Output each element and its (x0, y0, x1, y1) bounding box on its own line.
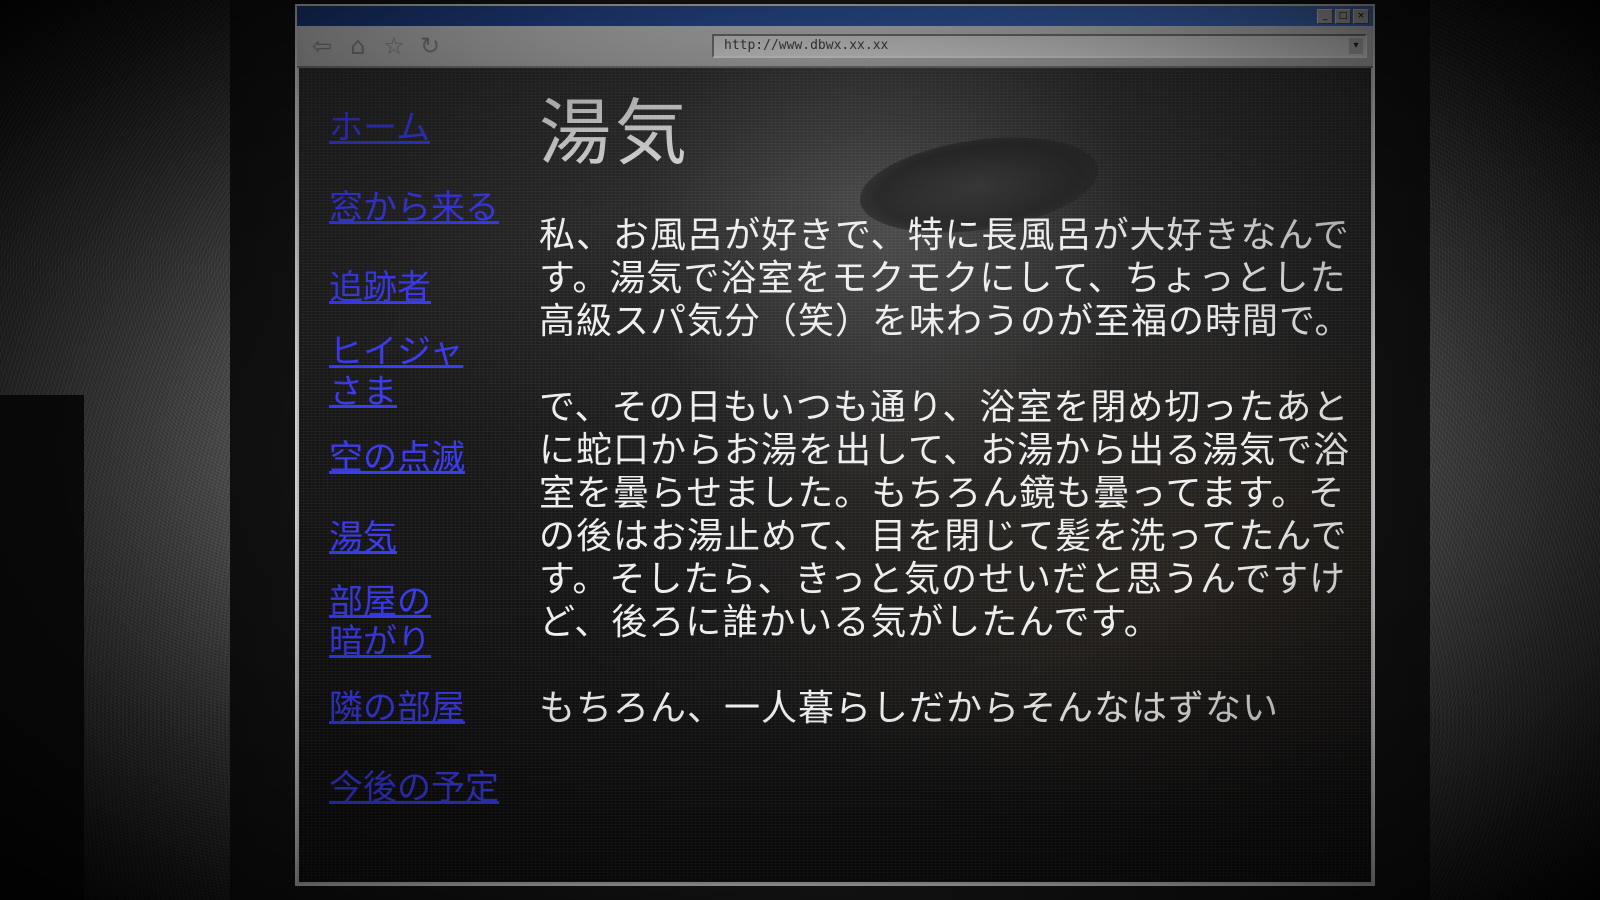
article-paragraph: 私、お風呂が好きで、特に長風呂が大好きなんです。湯気で浴室をモクモクにして、ちょ… (539, 215, 1352, 342)
sidebar-item-dark-room[interactable]: 部屋の暗がり (329, 582, 449, 662)
sidebar-nav: ホーム 窓から来る 追跡者 ヒイジャさま 空の点滅 湯気 部屋の暗がり 隣の部屋… (329, 108, 519, 808)
sidebar-item-schedule[interactable]: 今後の予定 (329, 768, 519, 808)
page-content: ホーム 窓から来る 追跡者 ヒイジャさま 空の点滅 湯気 部屋の暗がり 隣の部屋… (299, 68, 1371, 882)
address-bar[interactable]: http://www.dbwx.xx.xx ▾ (712, 34, 1367, 58)
sidebar-item-next-room[interactable]: 隣の部屋 (329, 688, 519, 728)
article-paragraph: もちろん、一人暮らしだからそんなはずない (539, 688, 1280, 729)
title-bar[interactable]: _ □ × (297, 6, 1373, 26)
sidebar-item-sky-blink[interactable]: 空の点滅 (329, 438, 519, 478)
back-icon[interactable]: ⇦ (307, 31, 337, 61)
star-icon[interactable]: ☆ (379, 31, 409, 61)
article: 湯気 私、お風呂が好きで、特に長風呂が大好きなんです。湯気で浴室をモクモクにして… (539, 88, 1354, 773)
dark-furniture-shadow (0, 395, 84, 900)
browser-toolbar: ⇦ ⌂ ☆ ↻ http://www.dbwx.xx.xx ▾ (297, 26, 1373, 68)
browser-window: _ □ × ⇦ ⌂ ☆ ↻ http://www.dbwx.xx.xx ▾ ホー… (295, 4, 1375, 886)
chevron-down-icon[interactable]: ▾ (1349, 38, 1363, 54)
article-paragraph: で、その日もいつも通り、浴室を閉め切ったあとに蛇口からお湯を出して、お湯から出る… (539, 387, 1351, 643)
sidebar-item-hiija[interactable]: ヒイジャさま (329, 332, 479, 412)
window-controls: _ □ × (1317, 9, 1369, 24)
close-button[interactable]: × (1353, 9, 1369, 24)
sidebar-item-home[interactable]: ホーム (329, 108, 519, 148)
address-text: http://www.dbwx.xx.xx (724, 38, 889, 53)
refresh-icon[interactable]: ↻ (415, 31, 445, 61)
sidebar-item-stalker[interactable]: 追跡者 (329, 268, 519, 308)
scene: _ □ × ⇦ ⌂ ☆ ↻ http://www.dbwx.xx.xx ▾ ホー… (0, 0, 1600, 900)
page-title: 湯気 (539, 91, 692, 175)
minimize-button[interactable]: _ (1317, 9, 1333, 24)
sidebar-item-window[interactable]: 窓から来る (329, 188, 519, 228)
home-icon[interactable]: ⌂ (343, 31, 373, 61)
sidebar-item-steam[interactable]: 湯気 (329, 518, 519, 558)
maximize-button[interactable]: □ (1335, 9, 1351, 24)
nav-icons: ⇦ ⌂ ☆ ↻ (307, 31, 445, 61)
